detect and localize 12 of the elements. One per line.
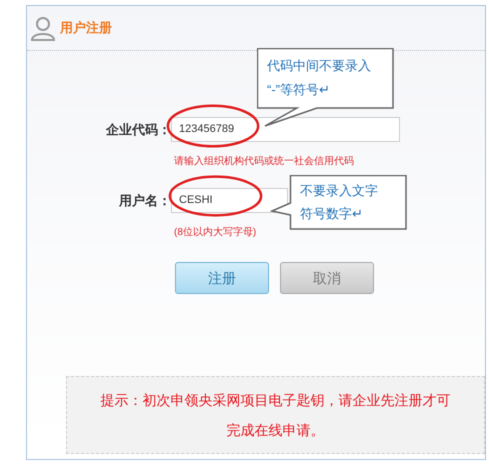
field-label: 企业代码： bbox=[104, 120, 171, 139]
register-button[interactable]: 注册 bbox=[175, 262, 269, 294]
hint-text: 请输入组织机构代码或统一社会信用代码 bbox=[174, 154, 355, 169]
field-label: 用户名： bbox=[118, 192, 171, 210]
panel-title: 用户注册 bbox=[60, 19, 112, 38]
user-icon bbox=[30, 15, 56, 41]
notice-text: 提示：初次申领央采网项目电子匙钥，请企业先注册才可完成在线申请。 bbox=[100, 391, 452, 440]
input-field[interactable]: 123456789 bbox=[171, 117, 400, 142]
callout-text: 代码中间不要录入 “-”等符号↵ bbox=[267, 57, 371, 99]
callout-text: 不要录入文字 符号数字↵ bbox=[300, 182, 378, 223]
input-field[interactable]: CESHI bbox=[171, 188, 288, 213]
hint-text: (8位以内大写字母) bbox=[174, 226, 258, 240]
